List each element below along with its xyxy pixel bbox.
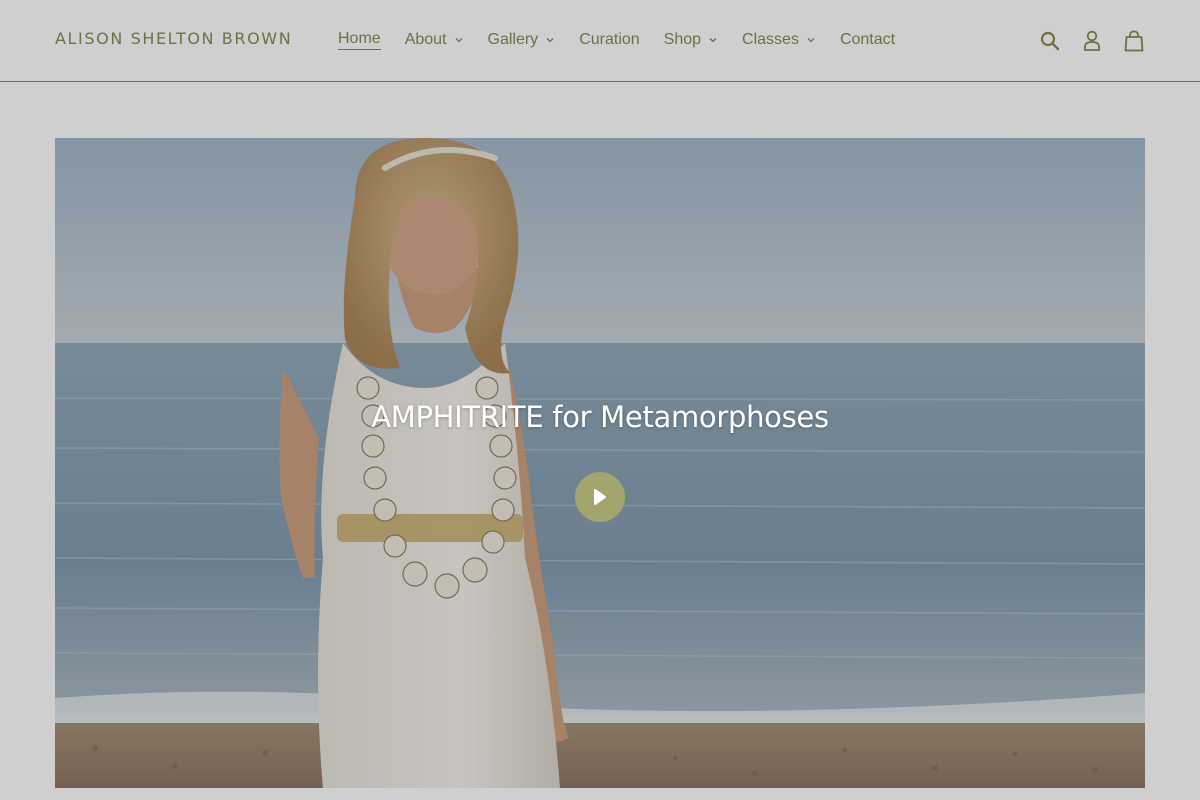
search-button[interactable] xyxy=(1039,30,1061,52)
nav-item-shop[interactable]: Shop xyxy=(664,29,718,51)
nav-item-home[interactable]: Home xyxy=(338,29,381,51)
play-button[interactable] xyxy=(575,472,625,522)
chevron-down-icon xyxy=(546,38,554,43)
cart-icon xyxy=(1124,30,1144,52)
cart-button[interactable] xyxy=(1123,30,1145,52)
nav-item-contact[interactable]: Contact xyxy=(840,29,895,51)
chevron-down-icon xyxy=(709,38,717,43)
header-icons xyxy=(1039,30,1145,52)
chevron-down-icon xyxy=(807,38,815,43)
nav-item-curation[interactable]: Curation xyxy=(579,29,639,51)
nav-label: Shop xyxy=(663,31,702,48)
nav-label: Curation xyxy=(579,31,640,48)
chevron-down-icon xyxy=(455,38,462,43)
nav-label: Contact xyxy=(839,31,896,48)
nav-label: Classes xyxy=(742,31,799,48)
account-icon xyxy=(1084,30,1100,51)
nav-item-classes[interactable]: Classes xyxy=(742,29,816,51)
nav-label: Gallery xyxy=(487,31,539,48)
nav-label: About xyxy=(404,31,447,48)
nav-item-gallery[interactable]: Gallery xyxy=(488,29,556,51)
nav-label: Home xyxy=(338,30,381,50)
site-header: ALISON SHELTON BROWN Home About Gallery … xyxy=(0,0,1200,82)
hero-video[interactable]: AMPHITRITE for Metamorphoses xyxy=(55,138,1145,788)
nav-item-about[interactable]: About xyxy=(405,29,464,51)
site-logo[interactable]: ALISON SHELTON BROWN xyxy=(55,29,292,48)
account-button[interactable] xyxy=(1081,30,1103,52)
hero-title: AMPHITRITE for Metamorphoses xyxy=(371,400,829,434)
hero-overlay xyxy=(55,138,1145,788)
main-nav: Home About Gallery Curation Shop Classes… xyxy=(338,29,919,51)
search-icon xyxy=(1040,31,1060,51)
play-icon xyxy=(594,489,606,505)
